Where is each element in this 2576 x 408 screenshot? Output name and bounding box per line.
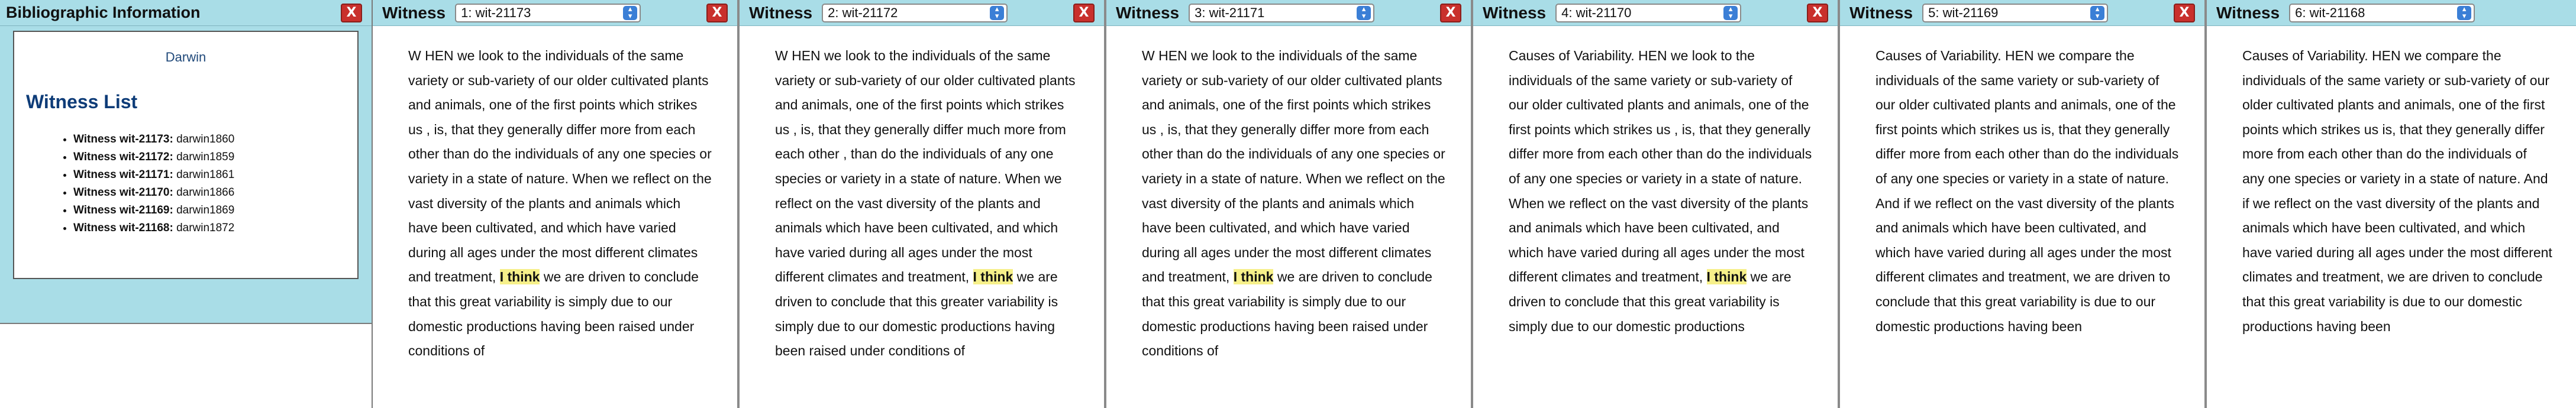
witness-source: darwin1861	[176, 169, 235, 181]
witness-text-before: W HEN we look to the individuals of the …	[775, 48, 1076, 285]
witness-select[interactable]: 5: wit-21169 ▴ ▾	[1922, 3, 2109, 22]
close-witness-button[interactable]: X	[1073, 4, 1095, 22]
select-arrows-icon: ▴ ▾	[1723, 5, 1738, 20]
witness-label: Witness	[1116, 3, 1180, 22]
witness-panel-5: Witness 5: wit-21169 ▴ ▾ X Causes of Vari…	[1840, 0, 2207, 408]
select-arrows-icon: ▴ ▾	[2090, 5, 2105, 20]
witness-select[interactable]: 1: wit-21173 ▴ ▾	[455, 3, 641, 22]
witness-source: darwin1872	[176, 222, 235, 234]
witness-text-before: Causes of Variability. HEN we compare th…	[1875, 48, 2179, 334]
witness-list-item: Witness wit-21173: darwin1860	[73, 131, 346, 148]
witness-panel-1: Witness 1: wit-21173 ▴ ▾ X W HEN we look …	[373, 0, 740, 408]
witness-source: darwin1866	[176, 186, 235, 199]
witness-header: Witness 4: wit-21170 ▴ ▾ X	[1473, 0, 1838, 26]
close-witness-button[interactable]: X	[1807, 4, 1828, 22]
select-arrows-icon: ▴ ▾	[2457, 5, 2472, 20]
witness-text: W HEN we look to the individuals of the …	[740, 26, 1104, 364]
witness-header: Witness 6: wit-21168 ▴ ▾	[2207, 0, 2576, 26]
witness-label: Witness	[382, 3, 446, 22]
bibliographic-title: Bibliographic Information	[6, 4, 201, 21]
close-witness-button[interactable]: X	[2174, 4, 2195, 22]
witness-source: darwin1859	[176, 151, 235, 163]
witness-text-before: Causes of Variability. HEN we compare th…	[2242, 48, 2552, 334]
witness-panel-2: Witness 2: wit-21172 ▴ ▾ X W HEN we look …	[740, 0, 1106, 408]
bibliographic-panel: Bibliographic Information X Darwin Witne…	[0, 0, 373, 408]
highlighted-variant[interactable]: I think	[1706, 269, 1747, 285]
witness-list-item: Witness wit-21169: darwin1869	[73, 202, 346, 219]
witness-label: Witness	[749, 3, 813, 22]
witness-select-value: 2: wit-21172	[828, 5, 898, 20]
juxta-viewer: Bibliographic Information X Darwin Witne…	[0, 0, 2576, 408]
select-arrows-icon: ▴ ▾	[1357, 5, 1371, 20]
highlighted-variant[interactable]: I think	[1233, 269, 1274, 285]
witness-id: Witness wit-21173:	[73, 133, 173, 145]
bibliographic-frame: Darwin Witness List Witness wit-21173: d…	[0, 26, 372, 324]
close-bibliographic-button[interactable]: X	[341, 4, 362, 22]
close-witness-button[interactable]: X	[706, 4, 728, 22]
highlighted-variant[interactable]: I think	[973, 269, 1013, 285]
witness-text: W HEN we look to the individuals of the …	[373, 26, 737, 364]
witness-select[interactable]: 6: wit-21168 ▴ ▾	[2289, 3, 2475, 22]
witness-source: darwin1860	[176, 133, 235, 145]
witness-select-value: 1: wit-21173	[461, 5, 531, 20]
author-link[interactable]: Darwin	[26, 50, 346, 65]
witness-text: Causes of Variability. HEN we compare th…	[1840, 26, 2204, 339]
witness-list-item: Witness wit-21171: darwin1861	[73, 166, 346, 184]
witness-list-item: Witness wit-21170: darwin1866	[73, 184, 346, 202]
witness-text-before: Causes of Variability. HEN we look to th…	[1509, 48, 1812, 285]
witness-select-value: 6: wit-21168	[2295, 5, 2365, 20]
witness-text: W HEN we look to the individuals of the …	[1106, 26, 1471, 364]
witness-panel-4: Witness 4: wit-21170 ▴ ▾ X Causes of Vari…	[1473, 0, 1840, 408]
witness-panel-3: Witness 3: wit-21171 ▴ ▾ X W HEN we look …	[1106, 0, 1473, 408]
witness-select[interactable]: 2: wit-21172 ▴ ▾	[822, 3, 1008, 22]
witness-source: darwin1869	[176, 204, 235, 216]
witness-text: Causes of Variability. HEN we compare th…	[2207, 26, 2576, 339]
witness-text: Causes of Variability. HEN we look to th…	[1473, 26, 1838, 339]
witness-label: Witness	[1849, 3, 1913, 22]
witness-select-value: 3: wit-21171	[1195, 5, 1265, 20]
bibliographic-header: Bibliographic Information X	[0, 0, 372, 26]
witness-select-value: 5: wit-21169	[1928, 5, 1999, 20]
witness-text-before: W HEN we look to the individuals of the …	[1142, 48, 1445, 285]
witness-id: Witness wit-21172:	[73, 151, 173, 163]
witness-list: Witness wit-21173: darwin1860 Witness wi…	[26, 131, 346, 237]
witness-label: Witness	[1483, 3, 1547, 22]
witness-id: Witness wit-21171:	[73, 169, 173, 181]
bibliographic-box: Darwin Witness List Witness wit-21173: d…	[13, 31, 359, 279]
witness-id: Witness wit-21168:	[73, 222, 173, 234]
witness-id: Witness wit-21169:	[73, 204, 173, 216]
witness-list-item: Witness wit-21172: darwin1859	[73, 148, 346, 166]
witness-list-item: Witness wit-21168: darwin1872	[73, 219, 346, 237]
witness-select[interactable]: 4: wit-21170 ▴ ▾	[1555, 3, 1742, 22]
select-arrows-icon: ▴ ▾	[623, 5, 638, 20]
witness-header: Witness 5: wit-21169 ▴ ▾ X	[1840, 0, 2204, 26]
witness-text-before: W HEN we look to the individuals of the …	[408, 48, 712, 285]
witness-select-value: 4: wit-21170	[1561, 5, 1632, 20]
witness-header: Witness 3: wit-21171 ▴ ▾ X	[1106, 0, 1471, 26]
select-arrows-icon: ▴ ▾	[990, 5, 1005, 20]
close-witness-button[interactable]: X	[1440, 4, 1461, 22]
witness-list-title: Witness List	[26, 91, 138, 112]
witness-id: Witness wit-21170:	[73, 186, 173, 199]
witness-panel-6: Witness 6: wit-21168 ▴ ▾ Causes of Variab…	[2207, 0, 2576, 408]
witness-header: Witness 2: wit-21172 ▴ ▾ X	[740, 0, 1104, 26]
witness-header: Witness 1: wit-21173 ▴ ▾ X	[373, 0, 737, 26]
witness-select[interactable]: 3: wit-21171 ▴ ▾	[1189, 3, 1375, 22]
highlighted-variant[interactable]: I think	[499, 269, 540, 285]
witness-label: Witness	[2216, 3, 2280, 22]
